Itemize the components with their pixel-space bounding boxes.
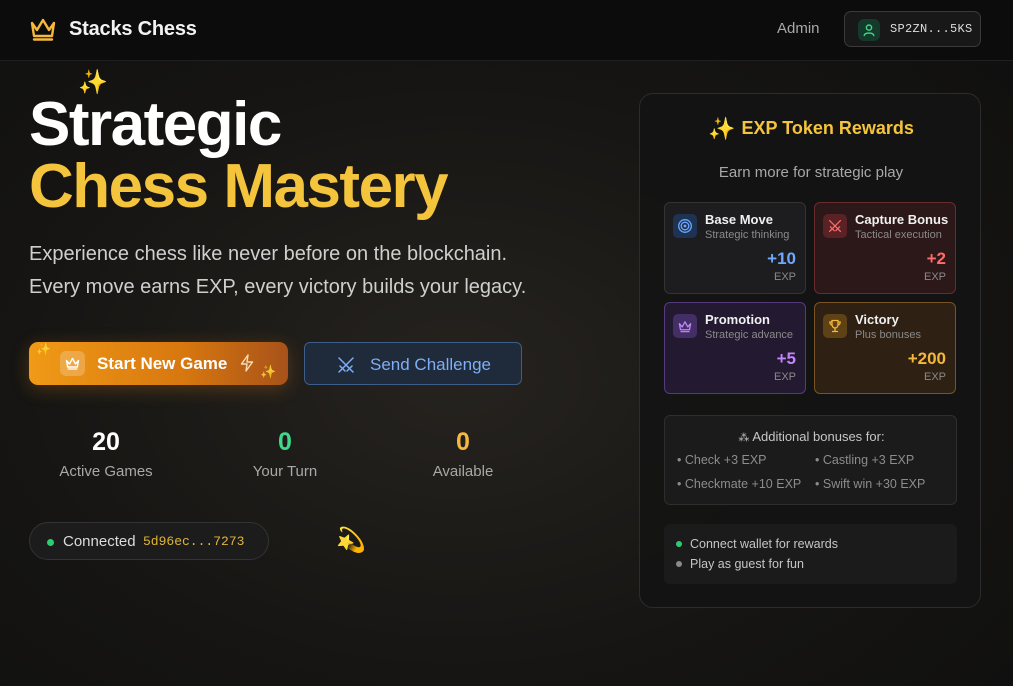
green-bullet [676, 541, 682, 547]
dizzy-star-icon: 💫 [336, 527, 366, 554]
stat-label: Your Turn [252, 463, 318, 480]
reward-card-promotion: Promotion Strategic advance +5 EXP [664, 302, 806, 394]
stat-label: Active Games [59, 463, 153, 480]
brand-name[interactable]: Stacks Chess [69, 18, 197, 41]
card-value: +2 [926, 249, 946, 268]
start-new-game-button[interactable]: ✨ Start New Game ✨ [29, 342, 288, 385]
card-unit: EXP [773, 371, 796, 383]
connection-label: Connected [63, 533, 136, 550]
bonus-item: • Checkmate +10 EXP [677, 477, 802, 491]
stat-value: 0 [278, 428, 292, 456]
hero-description-line1: Experience chess like never before on th… [29, 243, 508, 265]
lightning-icon [240, 354, 254, 372]
swords-icon [338, 357, 354, 373]
info-text: Connect wallet for rewards [690, 537, 838, 551]
sparkles-icon: ✨ [708, 116, 736, 141]
start-new-game-label: Start New Game [97, 354, 228, 373]
bonus-item-text: Castling +3 EXP [822, 453, 915, 467]
send-challenge-button[interactable]: Send Challenge [304, 342, 522, 385]
connection-address: 5d96ec...7273 [143, 534, 245, 549]
bonus-item: • Check +3 EXP [677, 453, 767, 467]
bonus-item-text: Check +3 EXP [684, 453, 767, 467]
info-text: Play as guest for fun [690, 557, 804, 571]
bonus-item-text: Checkmate +10 EXP [684, 477, 802, 491]
user-icon [858, 19, 880, 41]
hero-description-line2: Every move earns EXP, every victory buil… [29, 276, 527, 298]
stat-value: 0 [456, 428, 470, 456]
wallet-address: SP2ZN...5KS [890, 22, 973, 36]
top-bar: Stacks Chess Admin SP2ZN...5KS [0, 0, 1013, 61]
hero-title-line1: Strategic [29, 90, 282, 159]
exp-rewards-panel: ✨ EXP Token Rewards Earn more for strateg… [639, 93, 981, 608]
reward-card-capture-bonus: Capture Bonus Tactical execution +2 EXP [814, 202, 956, 294]
additional-bonuses: ⁂ Additional bonuses for: • Check +3 EXP… [664, 415, 957, 505]
sparkle-icon: ✨ [36, 342, 51, 356]
stat-value: 20 [92, 428, 120, 456]
info-row: Connect wallet for rewards [676, 537, 838, 551]
rewards-title: ✨ EXP Token Rewards [640, 116, 982, 142]
bonus-item: • Castling +3 EXP [815, 453, 915, 467]
rewards-subtitle: Earn more for strategic play [718, 164, 904, 181]
card-subtitle: Tactical execution [855, 229, 942, 241]
card-unit: EXP [773, 271, 796, 283]
bonus-item: • Swift win +30 EXP [815, 477, 926, 491]
wallet-info: Connect wallet for rewards Play as guest… [664, 524, 957, 584]
sparkle-icon: ⁂ [738, 432, 750, 444]
hero-description: Experience chess like never before on th… [29, 238, 609, 304]
wallet-button[interactable]: SP2ZN...5KS [844, 11, 981, 47]
crown-icon [60, 351, 85, 376]
crown-icon [673, 314, 697, 338]
bonus-heading-text: Additional bonuses for: [752, 429, 885, 444]
crown-logo-icon[interactable] [29, 16, 57, 42]
card-unit: EXP [923, 371, 946, 383]
card-value: +10 [767, 249, 796, 268]
stat-label: Available [432, 463, 494, 480]
stat-available: 0 Available [388, 427, 538, 480]
card-title: Promotion [705, 312, 770, 327]
reward-card-victory: Victory Plus bonuses +200 EXP [814, 302, 956, 394]
card-subtitle: Plus bonuses [855, 329, 922, 341]
bonus-heading: ⁂ Additional bonuses for: [665, 429, 958, 444]
trophy-icon [823, 314, 847, 338]
card-subtitle: Strategic thinking [705, 229, 790, 241]
target-icon [673, 214, 697, 238]
sparkle-icon: ✨ [260, 364, 277, 379]
card-title: Victory [855, 312, 899, 327]
card-title: Base Move [705, 212, 773, 227]
status-dot [47, 539, 54, 546]
card-value: +5 [776, 349, 796, 368]
card-unit: EXP [923, 271, 946, 283]
info-row: Play as guest for fun [676, 557, 804, 571]
connection-status: Connected 5d96ec...7273 [29, 522, 269, 560]
stat-active-games: 20 Active Games [31, 427, 181, 480]
reward-card-base-move: Base Move Strategic thinking +10 EXP [664, 202, 806, 294]
send-challenge-label: Send Challenge [370, 355, 491, 374]
rewards-title-text: EXP Token Rewards [741, 118, 914, 138]
card-subtitle: Strategic advance [705, 329, 794, 341]
gray-bullet [676, 561, 682, 567]
hero-title-line2: Chess Mastery [29, 152, 449, 221]
card-value: +200 [907, 349, 946, 368]
card-title: Capture Bonus [855, 212, 949, 227]
admin-link[interactable]: Admin [777, 20, 820, 37]
bonus-item-text: Swift win +30 EXP [822, 477, 926, 491]
stat-your-turn: 0 Your Turn [210, 427, 360, 480]
swords-icon [823, 214, 847, 238]
